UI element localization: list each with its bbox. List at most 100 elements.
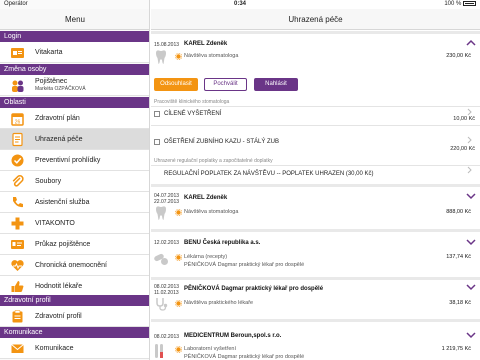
sidebar-item-zdravotni-profil[interactable]: Zdravotní profil <box>0 306 149 327</box>
chevron-down-icon[interactable] <box>466 331 476 339</box>
tooth-icon <box>156 206 166 220</box>
chevron-down-icon[interactable] <box>466 283 476 291</box>
page-title: Uhrazená péče <box>151 9 480 30</box>
procedure-price: 220,00 Kč <box>450 146 475 152</box>
insured-person-name: Markéta OZPÁČKOVÁ <box>35 86 86 92</box>
card-date: 08.02.2013 <box>154 334 180 340</box>
heart-pulse-icon <box>11 260 24 271</box>
test-tubes-icon <box>155 344 163 358</box>
stethoscope-icon <box>156 298 168 311</box>
divider <box>151 125 480 126</box>
card-name: PĚNIČKOVÁ Dagmar praktický lékař pro dos… <box>184 286 324 292</box>
chevron-right-icon[interactable] <box>467 108 472 116</box>
sidebar-item-hodnotit[interactable]: Hodnotit lékaře <box>0 276 149 297</box>
tooth-icon <box>156 50 166 64</box>
sidebar: Menu Login Vitakarta Změna osoby Pojiště… <box>0 0 150 360</box>
sidebar-item-komunikace[interactable]: Komunikace <box>0 338 149 359</box>
id-card-icon <box>11 240 24 249</box>
sidebar-item-label: Chronická onemocnění <box>35 262 107 269</box>
battery-status: 100 % <box>444 0 476 9</box>
calendar-icon: 26 <box>11 113 24 126</box>
sidebar-item-vitakarta[interactable]: Vitakarta <box>0 42 149 63</box>
sidebar-item-label: Soubory <box>35 178 62 185</box>
sun-icon <box>175 209 182 216</box>
sidebar-item-label: Uhrazená péče <box>35 136 83 143</box>
thumbs-up-icon <box>11 281 24 292</box>
chevron-right-icon[interactable] <box>467 136 472 144</box>
sidebar-item-asistencni[interactable]: Asistenční služba <box>0 192 149 213</box>
card-amount: 137,74 Kč <box>446 254 471 260</box>
pills-icon <box>154 253 168 265</box>
status-bar: Operátor 0:34 100 % <box>0 0 480 9</box>
separator <box>151 229 480 232</box>
sidebar-item-preventivni[interactable]: Preventivní prohlídky <box>0 150 149 171</box>
reject-button[interactable]: Odsouhlasit <box>154 78 198 91</box>
sidebar-item-label: Zdravotní plán <box>35 115 80 122</box>
sidebar-item-uhrazena-pece[interactable]: Uhrazená péče <box>0 129 149 150</box>
card-amount: 230,00 Kč <box>446 53 471 59</box>
procedure-price: 10,00 Kč <box>453 116 475 122</box>
sidebar-item-label: Pojištěnec <box>35 78 68 85</box>
separator <box>151 184 480 187</box>
card-doctor: PĚNIČKOVÁ Dagmar praktický lékař pro dos… <box>184 262 305 268</box>
sidebar-item-label: Průkaz pojištěnce <box>35 241 91 248</box>
sidebar-item-pojistenec[interactable]: Pojištěnec Markéta OZPÁČKOVÁ <box>0 75 149 96</box>
app: Menu Login Vitakarta Změna osoby Pojiště… <box>0 0 480 360</box>
chevron-down-icon[interactable] <box>466 192 476 200</box>
checkbox[interactable] <box>154 111 160 117</box>
section-areas: Oblasti <box>0 97 149 108</box>
card-name: KAREL Zdeněk <box>184 195 228 201</box>
battery-label: 100 % <box>444 1 462 7</box>
section-login: Login <box>0 31 149 42</box>
sidebar-item-chronicka[interactable]: Chronická onemocnění <box>0 255 149 276</box>
sidebar-item-soubory[interactable]: Soubory <box>0 171 149 192</box>
praise-button[interactable]: Pochválit <box>204 78 247 91</box>
section-label: Uhrazené regulační poplatky a započitate… <box>154 158 273 164</box>
section-person: Změna osoby <box>0 64 149 75</box>
divider <box>151 165 480 166</box>
report-button[interactable]: Nahlásit <box>254 78 298 91</box>
divider <box>151 106 480 107</box>
card-date: 12.02.2013 <box>154 240 180 246</box>
sidebar-item-label: Preventivní prohlídky <box>35 157 101 164</box>
sidebar-item-vitakonto[interactable]: VITAKONTO <box>0 213 149 234</box>
sidebar-item-label: Komunikace <box>35 345 74 352</box>
paperclip-icon <box>12 175 24 187</box>
clipboard-icon <box>12 310 23 323</box>
card-amount: 888,00 Kč <box>446 209 471 215</box>
procedure-line: OŠETŘENÍ ZUBNÍHO KAZU - STÁLÝ ZUB <box>164 139 280 145</box>
procedure-line: CÍLENÉ VYŠETŘENÍ <box>164 111 222 117</box>
sun-icon <box>175 53 182 60</box>
chevron-down-icon[interactable] <box>466 238 476 246</box>
card-name: MEDICENTRUM Beroun,spol.s r.o. <box>184 333 282 339</box>
card-specialty: Návštěva stomatologa <box>184 53 239 59</box>
sidebar-item-zdravotni-plan[interactable]: 26 Zdravotní plán <box>0 108 149 129</box>
card-doctor: PĚNIČKOVÁ Dagmar praktický lékař pro dos… <box>184 354 305 360</box>
separator <box>151 31 480 34</box>
fee-line: REGULAČNÍ POPLATEK ZA NÁVŠTĚVU -- POPLAT… <box>164 171 374 177</box>
section-label: Pracoviště klinického stomatologa <box>154 99 230 105</box>
card-icon <box>11 48 24 58</box>
people-icon <box>12 80 24 92</box>
card-date: 15.08.2013 <box>154 42 180 48</box>
separator <box>151 277 480 280</box>
card-name: KAREL Zdeněk <box>184 41 228 47</box>
card-date-end: 11.02.2013 <box>154 290 179 296</box>
phone-icon <box>13 197 23 208</box>
sidebar-item-label: Vitakarta <box>35 49 63 56</box>
battery-icon <box>463 1 476 6</box>
card-amount: 1 219,75 Kč <box>441 346 471 352</box>
sidebar-item-label: Zdravotní profil <box>35 313 82 320</box>
checkbox[interactable] <box>154 139 160 145</box>
chevron-right-icon[interactable] <box>467 166 472 174</box>
clock: 0:34 <box>233 1 246 7</box>
card-specialty: Návštěva praktického lékaře <box>184 300 254 306</box>
chevron-up-icon[interactable] <box>466 39 476 47</box>
document-icon <box>12 132 23 147</box>
card-name: BENU Česká republika a.s. <box>184 240 261 246</box>
section-communication: Komunikace <box>0 327 149 338</box>
sidebar-item-prukaz[interactable]: Průkaz pojištěnce <box>0 234 149 255</box>
sun-icon <box>175 300 182 307</box>
sidebar-item-label: Hodnotit lékaře <box>35 283 83 290</box>
sidebar-item-label: Asistenční služba <box>35 199 90 206</box>
